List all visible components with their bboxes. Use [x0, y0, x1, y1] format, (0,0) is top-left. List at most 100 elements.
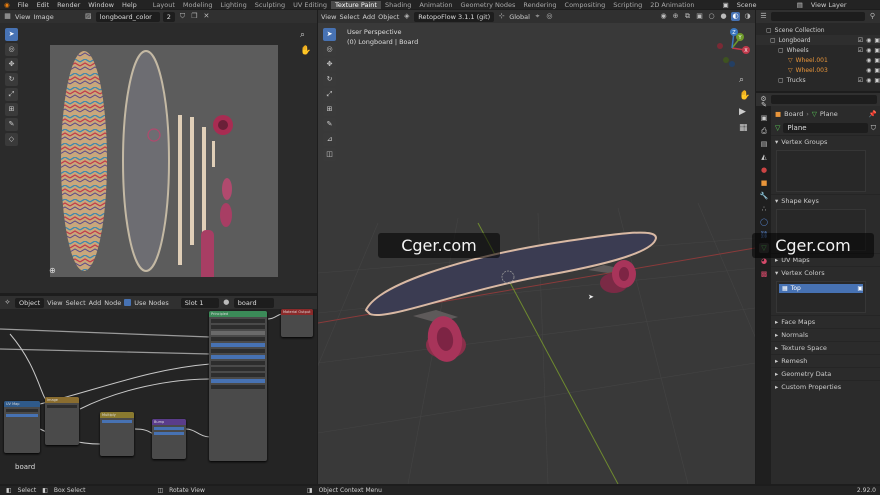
- checkbox-icon[interactable]: ☑: [858, 77, 863, 84]
- menu-file[interactable]: File: [14, 1, 33, 9]
- vp-select-tool-icon[interactable]: ➤: [323, 28, 336, 41]
- viewport-select-menu[interactable]: Select: [339, 13, 359, 21]
- viewport-view-menu[interactable]: View: [321, 13, 336, 21]
- pan-hand-icon[interactable]: ✋: [300, 46, 311, 56]
- node-editor-canvas[interactable]: Principled Material Output UV Map Image …: [0, 309, 317, 484]
- shape-keys-header[interactable]: ▾ Shape Keys: [771, 194, 880, 207]
- image-editor-canvas[interactable]: ➤ ◎ ✥ ↻ ⤢ ⊞ ✎ ◇ ⌕ ✋ ⊕: [0, 23, 317, 293]
- move-tool-icon[interactable]: ✥: [5, 58, 18, 71]
- eye-icon[interactable]: ◉: [866, 47, 871, 54]
- image-view-menu[interactable]: View: [15, 13, 30, 21]
- outliner-row-wheels[interactable]: ▢ Wheels ☑ ◉ ▣: [756, 45, 880, 55]
- outliner-search[interactable]: [771, 12, 865, 21]
- eye-icon[interactable]: ◉: [866, 57, 871, 64]
- select-tool-icon[interactable]: ➤: [5, 28, 18, 41]
- object-tab-icon[interactable]: ■: [759, 178, 769, 188]
- pin-icon[interactable]: 📌: [869, 110, 877, 118]
- remesh-header[interactable]: ▸ Remesh: [771, 354, 880, 367]
- vertex-color-item-top[interactable]: ▦ Top ▣: [779, 284, 863, 293]
- node-add-menu[interactable]: Add: [89, 299, 102, 307]
- camera-icon[interactable]: ▣: [874, 37, 880, 44]
- outliner-type-icon[interactable]: ☰: [759, 12, 768, 21]
- tab-rendering[interactable]: Rendering: [519, 1, 560, 9]
- vp-pan-icon[interactable]: ✋: [739, 91, 750, 101]
- vertex-colors-header[interactable]: ▾ Vertex Colors: [771, 266, 880, 279]
- vertex-groups-list[interactable]: [776, 150, 866, 192]
- camera-icon[interactable]: ▣: [874, 47, 880, 54]
- vp-annotate-tool-icon[interactable]: ✎: [323, 118, 336, 131]
- scene-selector[interactable]: Scene: [733, 1, 783, 9]
- shader-type-select[interactable]: Object: [15, 297, 45, 308]
- retopoflow-button[interactable]: RetopoFlow 3.1.1 (git): [414, 11, 495, 22]
- view-layer-tab-icon[interactable]: ▤: [759, 139, 769, 149]
- camera-icon[interactable]: ▣: [874, 67, 880, 74]
- tab-texture-paint[interactable]: Texture Paint: [331, 0, 381, 9]
- outliner-row-wheel-003[interactable]: ▽ Wheel.003 ◉ ▣: [756, 65, 880, 75]
- editor-type-icon[interactable]: ▦: [3, 12, 12, 21]
- vp-rotate-tool-icon[interactable]: ↻: [323, 73, 336, 86]
- tool-tab-icon[interactable]: ✎: [759, 100, 769, 110]
- tab-lighting[interactable]: Lighting: [216, 1, 250, 9]
- sample-tool-icon[interactable]: ◇: [5, 133, 18, 146]
- geometry-data-header[interactable]: ▸ Geometry Data: [771, 367, 880, 380]
- image-name-field[interactable]: longboard_color: [95, 11, 160, 22]
- view-layer-selector[interactable]: View Layer: [807, 1, 851, 9]
- shading-material-icon[interactable]: ◐: [731, 12, 740, 21]
- slot-select[interactable]: Slot 1: [180, 297, 219, 308]
- outliner-row-scene-collection[interactable]: ▢ Scene Collection: [756, 25, 880, 35]
- scale-tool-icon[interactable]: ⤢: [5, 88, 18, 101]
- tab-geometry-nodes[interactable]: Geometry Nodes: [457, 1, 520, 9]
- overlay-icon[interactable]: ⧉: [683, 12, 692, 21]
- active-render-camera-icon[interactable]: ▣: [857, 285, 863, 292]
- viewport-object-menu[interactable]: Object: [378, 13, 399, 21]
- node-view-menu[interactable]: View: [47, 299, 62, 307]
- navigation-gizmo[interactable]: X Y Z: [712, 28, 752, 68]
- shading-wireframe-icon[interactable]: ○: [707, 12, 716, 21]
- rotate-tool-icon[interactable]: ↻: [5, 73, 18, 86]
- menu-window[interactable]: Window: [84, 1, 118, 9]
- shading-rendered-icon[interactable]: ◑: [743, 12, 752, 21]
- normals-header[interactable]: ▸ Normals: [771, 328, 880, 341]
- eye-icon[interactable]: ◉: [866, 37, 871, 44]
- checkbox-icon[interactable]: ☑: [858, 37, 863, 44]
- proportional-icon[interactable]: ◎: [545, 12, 554, 21]
- vp-cursor-tool-icon[interactable]: ◎: [323, 43, 336, 56]
- gizmo-icon[interactable]: ⊕: [671, 12, 680, 21]
- use-nodes-label[interactable]: Use Nodes: [134, 299, 169, 307]
- transform-tool-icon[interactable]: ⊞: [5, 103, 18, 116]
- node-select-menu[interactable]: Select: [66, 299, 86, 307]
- mesh-name-field[interactable]: Plane: [783, 123, 868, 133]
- visibility-icon[interactable]: ◉: [659, 12, 668, 21]
- filter-icon[interactable]: ⚲: [868, 12, 877, 21]
- outliner-row-wheel-001[interactable]: ▽ Wheel.001 ◉ ▣: [756, 55, 880, 65]
- blender-logo-icon[interactable]: ◉: [0, 1, 14, 9]
- mesh-browse-icon[interactable]: ▽: [775, 124, 780, 132]
- shading-solid-icon[interactable]: ●: [719, 12, 728, 21]
- vp-add-cube-tool-icon[interactable]: ◫: [323, 148, 336, 161]
- physics-tab-icon[interactable]: ◯: [759, 217, 769, 227]
- texture-space-header[interactable]: ▸ Texture Space: [771, 341, 880, 354]
- eye-icon[interactable]: ◉: [866, 77, 871, 84]
- image-image-menu[interactable]: Image: [33, 13, 53, 21]
- particles-tab-icon[interactable]: ∴: [759, 204, 769, 214]
- vp-scale-tool-icon[interactable]: ⤢: [323, 88, 336, 101]
- uv-map-node[interactable]: UV Map: [4, 401, 40, 453]
- camera-icon[interactable]: ▣: [874, 77, 880, 84]
- tab-shading[interactable]: Shading: [381, 1, 415, 9]
- face-maps-header[interactable]: ▸ Face Maps: [771, 315, 880, 328]
- eye-icon[interactable]: ◉: [866, 67, 871, 74]
- material-output-node[interactable]: Material Output: [281, 309, 313, 337]
- unlink-image-icon[interactable]: ✕: [202, 12, 211, 21]
- fake-user-shield-icon[interactable]: ⛉: [871, 124, 876, 133]
- new-image-icon[interactable]: ❐: [190, 12, 199, 21]
- vp-zoom-icon[interactable]: ⌕: [739, 75, 744, 85]
- tab-uv-editing[interactable]: UV Editing: [289, 1, 331, 9]
- vp-move-tool-icon[interactable]: ✥: [323, 58, 336, 71]
- tab-modeling[interactable]: Modeling: [179, 1, 217, 9]
- tab-animation[interactable]: Animation: [415, 1, 456, 9]
- multiply-node[interactable]: Multiply: [100, 412, 134, 456]
- viewport-add-menu[interactable]: Add: [363, 13, 376, 21]
- outliner-row-trucks[interactable]: ▢ Trucks ☑ ◉ ▣: [756, 75, 880, 85]
- use-nodes-checkbox-icon[interactable]: [124, 299, 132, 306]
- vp-transform-tool-icon[interactable]: ⊞: [323, 103, 336, 116]
